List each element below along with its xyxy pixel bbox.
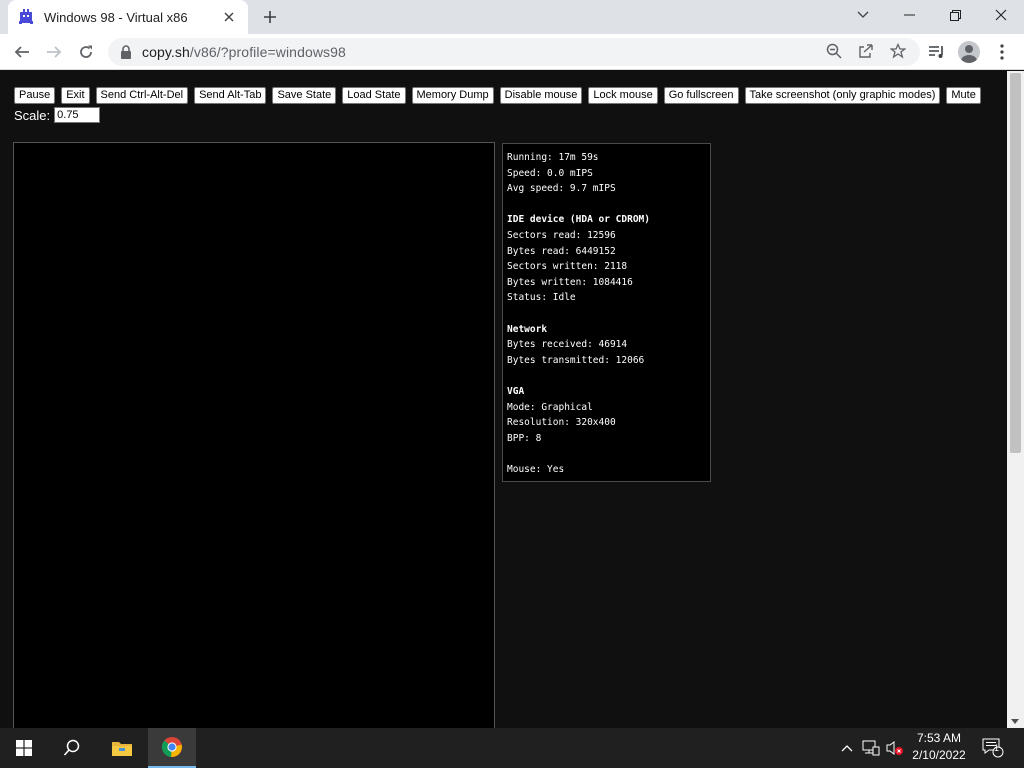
send-ctrl-alt-del-button[interactable]: Send Ctrl-Alt-Del bbox=[95, 87, 189, 104]
browser-toolbar: copy.sh/v86/?profile=windows98 bbox=[0, 34, 1024, 70]
action-center-icon[interactable]: 1 bbox=[980, 728, 1006, 768]
send-alt-tab-button[interactable]: Send Alt-Tab bbox=[194, 87, 267, 104]
windows-taskbar: 7:53 AM 2/10/2022 1 bbox=[0, 728, 1024, 768]
chevron-down-icon[interactable] bbox=[840, 0, 886, 30]
plus-icon[interactable] bbox=[258, 6, 282, 28]
v86-page: Pause Exit Send Ctrl-Alt-Del Send Alt-Ta… bbox=[0, 71, 1007, 728]
minimize-icon[interactable] bbox=[886, 0, 932, 30]
mouse-status: Mouse: Yes bbox=[507, 463, 565, 475]
url-host: copy.sh bbox=[142, 44, 190, 60]
vga-mode: Mode: Graphical bbox=[507, 401, 593, 413]
lock-icon[interactable] bbox=[120, 45, 134, 59]
ide-status: Status: Idle bbox=[507, 292, 576, 304]
tab-title: Windows 98 - Virtual x86 bbox=[44, 9, 188, 25]
zoom-out-icon[interactable] bbox=[823, 40, 845, 62]
disable-mouse-button[interactable]: Disable mouse bbox=[499, 87, 583, 104]
search-icon[interactable] bbox=[48, 728, 96, 768]
exit-button[interactable]: Exit bbox=[61, 87, 90, 104]
taskbar-clock[interactable]: 7:53 AM 2/10/2022 bbox=[900, 730, 978, 766]
file-explorer-icon[interactable] bbox=[98, 728, 146, 768]
bytes-received: Bytes received: 46914 bbox=[507, 339, 628, 351]
close-icon[interactable] bbox=[220, 8, 238, 26]
memory-dump-button[interactable]: Memory Dump bbox=[411, 87, 494, 104]
emulator-info-panel: Running: 17m 59s Speed: 0.0 mIPS Avg spe… bbox=[502, 143, 711, 482]
speed: Speed: 0.0 mIPS bbox=[507, 167, 593, 179]
scale-label: Scale: bbox=[14, 107, 51, 123]
reload-icon[interactable] bbox=[72, 38, 100, 66]
emulator-screen[interactable] bbox=[13, 142, 495, 728]
window-close-icon[interactable] bbox=[978, 0, 1024, 30]
control-button-row: Pause Exit Send Ctrl-Alt-Del Send Alt-Ta… bbox=[14, 87, 987, 104]
share-icon[interactable] bbox=[855, 40, 877, 62]
scale-control: Scale: bbox=[14, 107, 101, 123]
network-heading: Network bbox=[507, 323, 548, 335]
vga-resolution: Resolution: 320x400 bbox=[507, 417, 616, 429]
profile-icon[interactable] bbox=[955, 38, 983, 66]
load-state-button[interactable]: Load State bbox=[342, 87, 406, 104]
network-icon[interactable] bbox=[860, 728, 882, 768]
page-scrollbar[interactable] bbox=[1007, 71, 1024, 728]
chrome-icon[interactable] bbox=[148, 728, 196, 768]
maximize-icon[interactable] bbox=[932, 0, 978, 30]
notification-count: 1 bbox=[994, 743, 1000, 753]
bytes-transmitted: Bytes transmitted: 12066 bbox=[507, 354, 645, 366]
scale-input[interactable] bbox=[54, 107, 101, 123]
star-icon[interactable] bbox=[887, 40, 909, 62]
vga-bpp: BPP: 8 bbox=[507, 432, 542, 444]
running-time: Running: 17m 59s bbox=[507, 152, 599, 163]
forward-arrow-icon[interactable] bbox=[40, 38, 68, 66]
lock-mouse-button[interactable]: Lock mouse bbox=[588, 87, 658, 104]
chevron-up-icon[interactable] bbox=[838, 728, 856, 768]
back-arrow-icon[interactable] bbox=[8, 38, 36, 66]
take-screenshot-button[interactable]: Take screenshot (only graphic modes) bbox=[744, 87, 941, 104]
sectors-written: Sectors written: 2118 bbox=[507, 261, 628, 273]
url-path: /v86/?profile=windows98 bbox=[189, 44, 346, 60]
bytes-read: Bytes read: 6449152 bbox=[507, 245, 616, 257]
address-bar[interactable]: copy.sh/v86/?profile=windows98 bbox=[108, 38, 920, 66]
url-text[interactable]: copy.sh/v86/?profile=windows98 bbox=[142, 44, 346, 60]
bytes-written: Bytes written: 1084416 bbox=[507, 276, 633, 288]
media-queue-icon[interactable] bbox=[923, 38, 951, 66]
pause-button[interactable]: Pause bbox=[14, 87, 56, 104]
ide-heading: IDE device (HDA or CDROM) bbox=[507, 214, 650, 226]
clock-time: 7:53 AM bbox=[916, 731, 962, 745]
save-state-button[interactable]: Save State bbox=[272, 87, 337, 104]
sectors-read: Sectors read: 12596 bbox=[507, 229, 616, 241]
scroll-down-arrow[interactable] bbox=[1011, 719, 1019, 724]
v86-favicon bbox=[18, 9, 34, 25]
kebab-menu-icon[interactable] bbox=[988, 38, 1016, 66]
avg-speed: Avg speed: 9.7 mIPS bbox=[507, 183, 616, 195]
clock-date: 2/10/2022 bbox=[912, 748, 966, 762]
tab-windows98[interactable]: Windows 98 - Virtual x86 bbox=[8, 0, 248, 34]
windows-start-icon[interactable] bbox=[0, 728, 48, 768]
scrollbar-thumb[interactable] bbox=[1010, 73, 1021, 453]
vga-heading: VGA bbox=[507, 385, 525, 397]
mute-button[interactable]: Mute bbox=[946, 87, 981, 104]
tab-strip: Windows 98 - Virtual x86 bbox=[0, 0, 1024, 34]
go-fullscreen-button[interactable]: Go fullscreen bbox=[663, 87, 739, 104]
